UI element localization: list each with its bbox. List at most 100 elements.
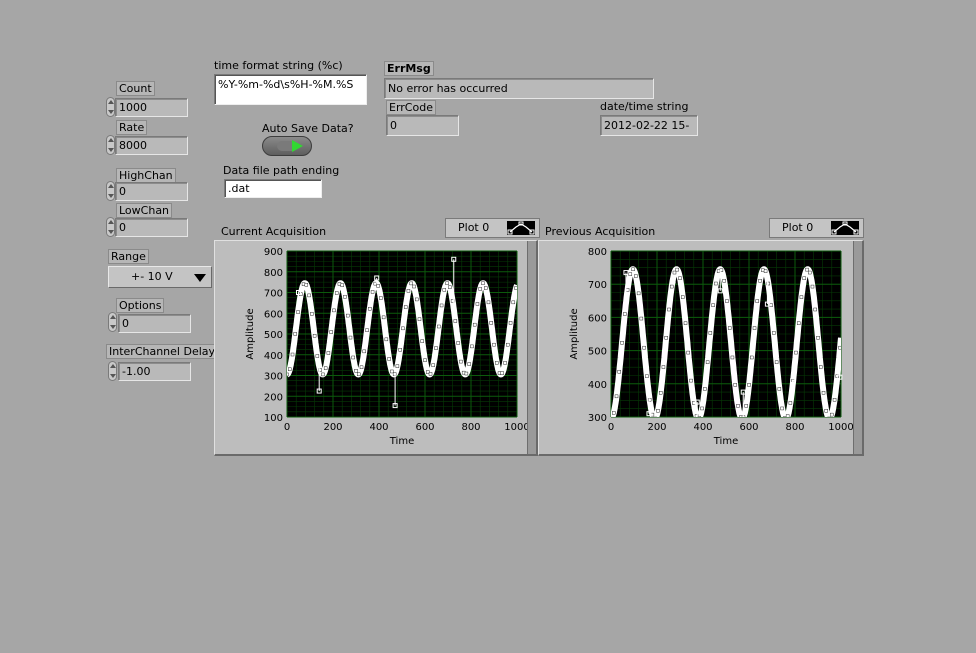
data-point bbox=[448, 285, 452, 289]
data-point bbox=[681, 295, 685, 299]
data-point bbox=[612, 411, 616, 415]
data-point bbox=[628, 272, 633, 276]
file-ending-input[interactable]: .dat bbox=[224, 179, 322, 198]
data-point bbox=[830, 412, 834, 417]
interchannel-delay-input[interactable]: -1.00 bbox=[118, 362, 191, 381]
options-input[interactable]: 0 bbox=[118, 314, 191, 333]
data-point bbox=[310, 312, 314, 316]
data-point bbox=[777, 387, 782, 391]
x-tick-label: 200 bbox=[323, 422, 342, 433]
data-point bbox=[750, 355, 754, 360]
lowchan-increment-decrement[interactable] bbox=[106, 217, 115, 237]
data-point bbox=[832, 398, 837, 402]
time-format-input[interactable]: %Y-%m-%d\s%H-%M.%S bbox=[214, 74, 367, 105]
data-point bbox=[620, 341, 624, 345]
data-point bbox=[747, 383, 751, 387]
data-point bbox=[368, 307, 372, 311]
data-point bbox=[661, 365, 666, 369]
highchan-label: HighChan bbox=[116, 168, 176, 183]
graph-scrollbar[interactable] bbox=[527, 241, 536, 454]
x-tick-label: 1000 bbox=[504, 422, 529, 433]
auto-save-label: Auto Save Data? bbox=[262, 122, 354, 135]
data-point bbox=[395, 364, 400, 368]
highchan-input[interactable]: 0 bbox=[115, 182, 188, 201]
x-axis-label: Time bbox=[713, 436, 738, 447]
data-point bbox=[503, 361, 507, 365]
data-point bbox=[293, 332, 297, 336]
data-point bbox=[287, 372, 289, 377]
graph-title: Current Acquisition bbox=[221, 225, 327, 238]
data-point bbox=[678, 276, 682, 280]
x-tick-label: 600 bbox=[415, 422, 434, 433]
plot-legend[interactable]: Plot 0 bbox=[769, 218, 864, 238]
waveform-graph-current[interactable]: 0 200 400 600 800 1000 100 200 300 400 500 600 700 80… bbox=[214, 240, 538, 456]
x-tick-label: 800 bbox=[461, 422, 480, 433]
rate-increment-decrement[interactable] bbox=[106, 135, 115, 155]
options-increment-decrement[interactable] bbox=[108, 312, 117, 332]
data-point bbox=[472, 322, 477, 327]
auto-save-toggle[interactable] bbox=[262, 136, 312, 156]
data-point bbox=[497, 371, 502, 375]
data-point bbox=[658, 391, 663, 395]
data-point bbox=[412, 284, 416, 289]
data-point bbox=[434, 346, 438, 350]
rate-input[interactable]: 8000 bbox=[115, 136, 188, 155]
data-point bbox=[686, 350, 690, 355]
plot-legend[interactable]: Plot 0 bbox=[445, 218, 540, 238]
options-label: Options bbox=[116, 298, 165, 313]
count-increment-decrement[interactable] bbox=[106, 97, 115, 117]
interchannel-delay-increment-decrement[interactable] bbox=[108, 361, 117, 381]
data-point bbox=[453, 319, 458, 323]
data-point bbox=[769, 303, 773, 307]
data-point bbox=[387, 357, 391, 361]
data-point bbox=[736, 404, 740, 408]
data-point bbox=[799, 295, 804, 299]
data-point bbox=[761, 268, 765, 272]
data-point bbox=[722, 279, 726, 283]
errcode-label: ErrCode bbox=[386, 100, 436, 115]
x-tick-label: 200 bbox=[647, 422, 666, 433]
data-point bbox=[617, 369, 621, 374]
data-point bbox=[780, 406, 784, 411]
data-point bbox=[464, 371, 469, 376]
data-point bbox=[495, 361, 499, 365]
dropdown-arrow-icon bbox=[194, 274, 206, 282]
data-point bbox=[354, 369, 358, 373]
data-point bbox=[406, 289, 411, 293]
data-point bbox=[683, 321, 688, 325]
range-ring-control[interactable]: +- 10 V bbox=[108, 266, 212, 288]
data-point bbox=[409, 281, 413, 286]
data-point bbox=[296, 310, 300, 314]
data-point bbox=[808, 270, 812, 275]
data-point bbox=[744, 404, 748, 408]
data-point bbox=[625, 288, 630, 292]
graph-scrollbar[interactable] bbox=[853, 241, 862, 454]
data-point bbox=[755, 299, 759, 303]
graph-title: Previous Acquisition bbox=[545, 225, 656, 238]
data-point bbox=[307, 293, 311, 298]
y-tick-label: 200 bbox=[264, 392, 283, 403]
data-point bbox=[763, 269, 768, 273]
data-point bbox=[346, 313, 350, 318]
file-ending-label: Data file path ending bbox=[223, 164, 340, 177]
count-input[interactable]: 1000 bbox=[115, 98, 188, 117]
data-point bbox=[703, 387, 707, 391]
data-point bbox=[401, 326, 405, 331]
data-point bbox=[484, 286, 488, 290]
lowchan-input[interactable]: 0 bbox=[115, 218, 188, 237]
graph-plot-current: 0 200 400 600 800 1000 100 200 300 400 500 600 700 80… bbox=[245, 247, 529, 447]
data-point bbox=[821, 391, 826, 395]
data-point bbox=[500, 371, 504, 375]
data-point bbox=[481, 281, 485, 285]
data-point bbox=[667, 307, 671, 312]
data-point bbox=[390, 369, 394, 374]
data-point bbox=[478, 287, 482, 291]
data-point bbox=[700, 406, 704, 411]
data-point bbox=[403, 305, 408, 309]
data-point bbox=[675, 267, 679, 272]
highchan-increment-decrement[interactable] bbox=[106, 181, 115, 201]
waveform-graph-previous[interactable]: 0 200 400 600 800 1000 300 400 500 600 700 800 Time A… bbox=[538, 240, 864, 456]
graph-plot-previous: 0 200 400 600 800 1000 300 400 500 600 700 800 Time A… bbox=[569, 247, 854, 447]
errcode-value: 0 bbox=[386, 115, 459, 136]
errmsg-label: ErrMsg bbox=[384, 61, 434, 76]
